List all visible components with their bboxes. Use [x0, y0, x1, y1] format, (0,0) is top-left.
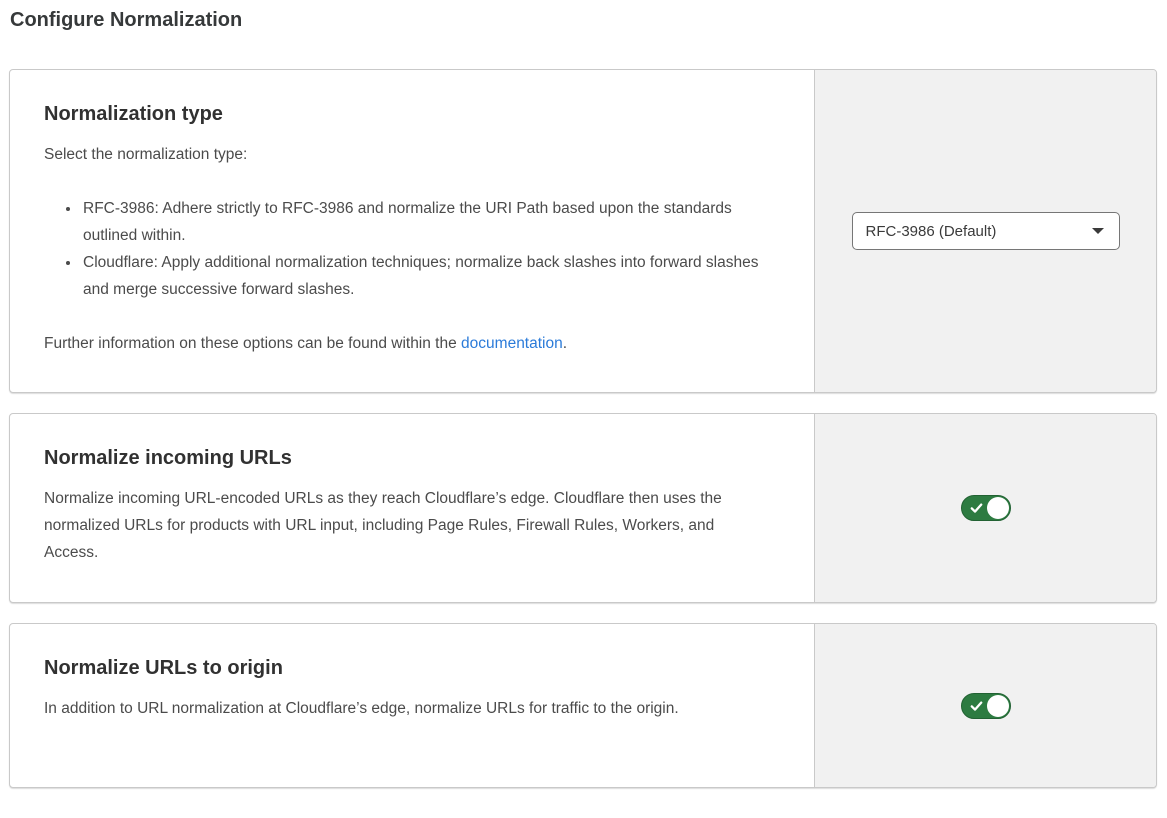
- card-normalize-urls-to-origin-side-panel: [814, 624, 1156, 787]
- check-icon: [970, 701, 983, 712]
- card-normalize-incoming-urls: Normalize incoming URLs Normalize incomi…: [9, 413, 1157, 603]
- normalize-incoming-urls-description: Normalize incoming URL-encoded URLs as t…: [44, 485, 766, 566]
- toggle-knob: [987, 695, 1009, 717]
- toggle-knob: [987, 497, 1009, 519]
- page-title: Configure Normalization: [10, 6, 1157, 34]
- normalization-type-select-value: RFC-3986 (Default): [866, 223, 997, 240]
- footer-note-suffix: .: [563, 335, 567, 352]
- documentation-link[interactable]: documentation: [461, 335, 563, 352]
- check-icon: [970, 503, 983, 514]
- card-title-normalize-urls-to-origin: Normalize URLs to origin: [44, 654, 766, 682]
- card-normalize-urls-to-origin-body: Normalize URLs to origin In addition to …: [10, 624, 814, 787]
- normalization-settings-page: Configure Normalization Normalization ty…: [0, 6, 1167, 818]
- normalize-incoming-urls-toggle[interactable]: [961, 495, 1011, 521]
- card-normalization-type-side-panel: RFC-3986 (Default): [814, 70, 1156, 392]
- option-rfc-3986: RFC-3986: Adhere strictly to RFC-3986 an…: [81, 195, 766, 249]
- normalize-urls-to-origin-description: In addition to URL normalization at Clou…: [44, 695, 766, 722]
- footer-note-text: Further information on these options can…: [44, 335, 457, 352]
- card-title-normalize-incoming-urls: Normalize incoming URLs: [44, 444, 766, 472]
- card-normalize-urls-to-origin: Normalize URLs to origin In addition to …: [9, 623, 1157, 788]
- card-normalize-incoming-urls-body: Normalize incoming URLs Normalize incomi…: [10, 414, 814, 602]
- card-normalize-incoming-urls-side-panel: [814, 414, 1156, 602]
- normalization-type-select[interactable]: RFC-3986 (Default): [852, 212, 1120, 250]
- footer-note: Further information on these options can…: [44, 330, 766, 357]
- normalization-options-list: RFC-3986: Adhere strictly to RFC-3986 an…: [44, 195, 766, 303]
- card-normalization-type: Normalization type Select the normalizat…: [9, 69, 1157, 393]
- card-title-normalization-type: Normalization type: [44, 100, 766, 128]
- option-cloudflare: Cloudflare: Apply additional normalizati…: [81, 249, 766, 303]
- normalize-urls-to-origin-toggle[interactable]: [961, 693, 1011, 719]
- chevron-down-icon: [1092, 228, 1104, 234]
- card-normalization-type-body: Normalization type Select the normalizat…: [10, 70, 814, 392]
- normalization-type-intro: Select the normalization type:: [44, 141, 766, 168]
